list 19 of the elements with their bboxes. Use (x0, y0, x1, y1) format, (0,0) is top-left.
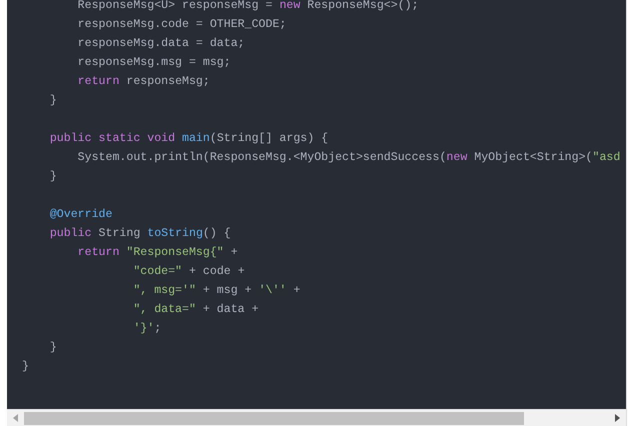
code-line: } (48, 169, 58, 185)
scrollbar-thumb[interactable] (24, 412, 524, 424)
code-line: responseMsg.code = OTHER_CODE; (76, 17, 288, 33)
code-line: responseMsg.msg = msg; (76, 55, 232, 71)
code-line: return "ResponseMsg{" + (76, 245, 239, 261)
code-line: ", msg='" + msg + '\'' + (132, 283, 302, 299)
code-line: public String toString() { (48, 226, 232, 242)
code-line: '}'; (132, 321, 162, 337)
code-line: return responseMsg; (76, 74, 211, 90)
code-line: @Override (48, 207, 114, 223)
code-line: } (48, 93, 58, 109)
horizontal-scrollbar[interactable] (7, 409, 626, 426)
code-line: System.out.println(ResponseMsg.<MyObject>sendSuccess(new MyObject<String>("asd (76, 150, 622, 166)
code-line: responseMsg.data = data; (76, 36, 246, 52)
code-line: public static void main(String[] args) { (48, 131, 330, 147)
code-line: } (48, 340, 58, 356)
code-line: ", data=" + data + (132, 302, 260, 318)
code-line: "code=" + code + (132, 264, 246, 280)
code-line: } (22, 359, 30, 375)
